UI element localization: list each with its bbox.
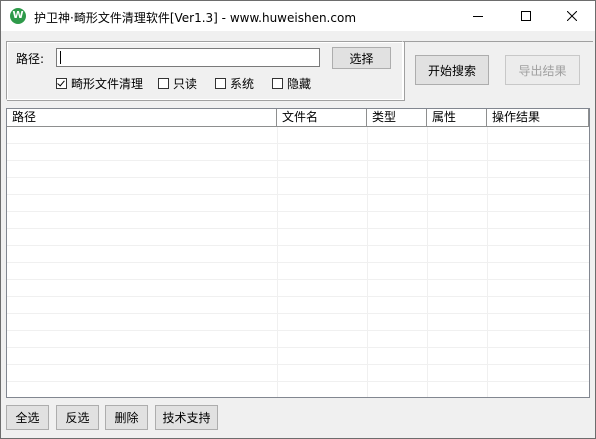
option-label: 隐藏 [287, 77, 312, 91]
option-label: 畸形文件清理 [71, 77, 144, 91]
option-label: 只读 [173, 77, 198, 91]
column-header-type[interactable]: 类型 [367, 109, 427, 126]
close-button[interactable] [549, 1, 595, 31]
option-malformed-cleanup[interactable]: 畸形文件清理 [56, 75, 143, 92]
checkbox-unchecked[interactable] [272, 78, 283, 89]
path-input[interactable] [56, 48, 320, 67]
results-list[interactable]: 路径 文件名 类型 属性 操作结果 [6, 108, 590, 398]
column-header-filename[interactable]: 文件名 [277, 109, 367, 126]
list-gridlines [7, 127, 589, 397]
option-system[interactable]: 系统 [215, 75, 254, 92]
option-hidden[interactable]: 隐藏 [272, 75, 311, 92]
column-divider [277, 127, 278, 397]
invert-selection-button[interactable]: 反选 [56, 405, 99, 430]
path-label: 路径: [16, 52, 45, 66]
option-label: 系统 [230, 77, 255, 91]
column-divider [487, 127, 488, 397]
checkbox-unchecked[interactable] [215, 78, 226, 89]
window-title: 护卫神·畸形文件清理软件[Ver1.3] - www.huweishen.com [34, 11, 357, 25]
select-folder-button[interactable]: 选择 [332, 47, 391, 69]
delete-button[interactable]: 删除 [105, 405, 148, 430]
close-icon [567, 11, 577, 21]
column-header-result[interactable]: 操作结果 [487, 109, 589, 126]
export-results-button[interactable]: 导出结果 [505, 55, 580, 85]
checkbox-unchecked[interactable] [158, 78, 169, 89]
checkbox-checked[interactable] [56, 78, 67, 89]
minimize-icon [473, 16, 483, 17]
column-header-path[interactable]: 路径 [7, 109, 277, 126]
start-search-button[interactable]: 开始搜索 [415, 55, 489, 85]
tech-support-button[interactable]: 技术支持 [155, 405, 218, 430]
title-bar[interactable]: W 护卫神·畸形文件清理软件[Ver1.3] - www.huweishen.c… [1, 1, 595, 31]
select-all-button[interactable]: 全选 [6, 405, 49, 430]
check-icon [57, 78, 65, 87]
column-header-attributes[interactable]: 属性 [427, 109, 487, 126]
text-caret [60, 51, 61, 64]
shield-w-icon: W [10, 8, 26, 24]
maximize-icon [521, 11, 531, 21]
minimize-button[interactable] [455, 1, 501, 31]
app-window: W 护卫神·畸形文件清理软件[Ver1.3] - www.huweishen.c… [0, 0, 596, 439]
column-divider [427, 127, 428, 397]
column-divider [367, 127, 368, 397]
results-list-header: 路径 文件名 类型 属性 操作结果 [7, 109, 589, 127]
option-readonly[interactable]: 只读 [158, 75, 197, 92]
maximize-button[interactable] [503, 1, 549, 31]
